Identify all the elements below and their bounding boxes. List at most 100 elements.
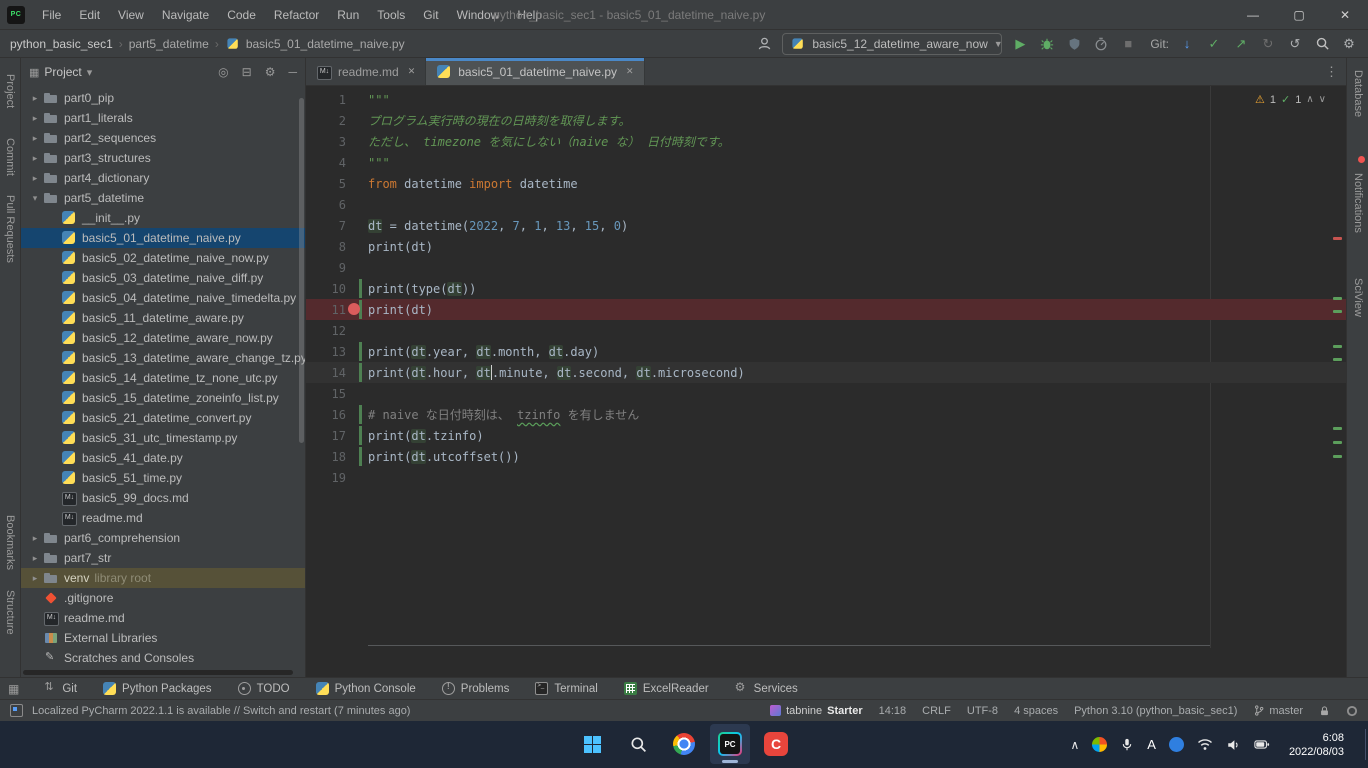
microphone-icon[interactable]: [1120, 737, 1134, 752]
line-number[interactable]: 13: [306, 345, 346, 359]
menu-code[interactable]: Code: [218, 0, 265, 30]
start-button[interactable]: [572, 724, 612, 764]
chevron-right-icon[interactable]: ▸: [27, 113, 43, 124]
close-button[interactable]: ✕: [1322, 0, 1368, 30]
gutter[interactable]: [346, 362, 368, 383]
taskbar-clock[interactable]: 6:08 2022/08/03: [1289, 731, 1344, 759]
line-number[interactable]: 9: [306, 261, 346, 275]
debug-icon[interactable]: [1038, 35, 1056, 53]
gutter[interactable]: [346, 341, 368, 362]
status-item-utf-8[interactable]: UTF-8: [967, 705, 998, 717]
tree-item-basic5-02-datetime-naive-now-py[interactable]: basic5_02_datetime_naive_now.py: [21, 248, 305, 268]
tool-window-button-todo[interactable]: TODO: [238, 682, 290, 695]
project-view-selector[interactable]: Project: [44, 65, 81, 79]
pycharm-taskbar-icon[interactable]: PC: [710, 724, 750, 764]
code-line-18[interactable]: 18print(dt.utcoffset()): [306, 446, 1346, 467]
collapse-all-icon[interactable]: ⊟: [242, 65, 252, 79]
minimize-button[interactable]: —: [1230, 0, 1276, 30]
editor-body[interactable]: 1"""2プログラム実行時の現在の日時刻を取得します。3ただし、 timezon…: [306, 86, 1346, 677]
chevron-down-icon[interactable]: ▾: [27, 193, 43, 204]
stripe-button-project[interactable]: Project: [4, 74, 16, 108]
gutter[interactable]: [346, 173, 368, 194]
stripe-mark[interactable]: [1333, 297, 1342, 300]
code-line-8[interactable]: 8print(dt): [306, 236, 1346, 257]
tray-chevron-up-icon[interactable]: ∧: [1070, 738, 1079, 752]
gutter[interactable]: [346, 320, 368, 341]
code-line-12[interactable]: 12: [306, 320, 1346, 341]
status-item-14-18[interactable]: 14:18: [879, 705, 907, 717]
volume-icon[interactable]: [1226, 738, 1241, 752]
code-line-10[interactable]: 10print(type(dt)): [306, 278, 1346, 299]
tree-item-basic5-04-datetime-naive-timedelta-py[interactable]: basic5_04_datetime_naive_timedelta.py: [21, 288, 305, 308]
tray-colorful-app-icon[interactable]: [1092, 737, 1107, 752]
code-line-7[interactable]: 7dt = datetime(2022, 7, 1, 13, 15, 0): [306, 215, 1346, 236]
line-number[interactable]: 10: [306, 282, 346, 296]
tree-item-venv[interactable]: ▸venvlibrary root: [21, 568, 305, 588]
tool-window-button-problems[interactable]: Problems: [442, 682, 510, 695]
chevron-right-icon[interactable]: ▸: [27, 573, 43, 584]
gutter[interactable]: [346, 257, 368, 278]
tree-item-basic5-21-datetime-convert-py[interactable]: basic5_21_datetime_convert.py: [21, 408, 305, 428]
tree-item-part1-literals[interactable]: ▸part1_literals: [21, 108, 305, 128]
status-item-python-3-10-python-basic-sec1[interactable]: Python 3.10 (python_basic_sec1): [1074, 705, 1237, 717]
code-line-15[interactable]: 15: [306, 383, 1346, 404]
indicator-icon[interactable]: [1346, 705, 1358, 717]
project-horizontal-scrollbar[interactable]: [23, 670, 293, 675]
stripe-button-pull-requests[interactable]: Pull Requests: [4, 195, 16, 263]
tool-window-button-excelreader[interactable]: ExcelReader: [624, 682, 709, 695]
tree-item-basic5-12-datetime-aware-now-py[interactable]: basic5_12_datetime_aware_now.py: [21, 328, 305, 348]
maximize-button[interactable]: ▢: [1276, 0, 1322, 30]
tool-window-button-python-console[interactable]: Python Console: [316, 682, 416, 695]
chevron-right-icon[interactable]: ▸: [27, 153, 43, 164]
inspections-widget[interactable]: ⚠1 ✓1 ∧ ∨: [1255, 93, 1326, 106]
tree-item-readme-md[interactable]: readme.md: [21, 508, 305, 528]
stripe-mark[interactable]: [1333, 427, 1342, 430]
tree-item-basic5-03-datetime-naive-diff-py[interactable]: basic5_03_datetime_naive_diff.py: [21, 268, 305, 288]
tool-window-button-services[interactable]: Services: [735, 682, 798, 695]
menu-run[interactable]: Run: [328, 0, 368, 30]
git-commit-icon[interactable]: ✓: [1205, 35, 1223, 53]
status-item-4-spaces[interactable]: 4 spaces: [1014, 705, 1058, 717]
gutter[interactable]: [346, 194, 368, 215]
line-number[interactable]: 8: [306, 240, 346, 254]
line-number[interactable]: 14: [306, 366, 346, 380]
search-icon[interactable]: [1313, 35, 1331, 53]
stripe-button-database[interactable]: Database: [1352, 70, 1364, 117]
code-line-11[interactable]: 11print(dt): [306, 299, 1346, 320]
line-number[interactable]: 6: [306, 198, 346, 212]
tree-item-basic5-15-datetime-zoneinfo-list-py[interactable]: basic5_15_datetime_zoneinfo_list.py: [21, 388, 305, 408]
gutter[interactable]: [346, 110, 368, 131]
stripe-button-sciview[interactable]: SciView: [1352, 278, 1364, 317]
stripe-mark[interactable]: [1333, 455, 1342, 458]
code-line-4[interactable]: 4""": [306, 152, 1346, 173]
tab-basic5-01-datetime-naive-py[interactable]: basic5_01_datetime_naive.py✕: [426, 58, 644, 85]
line-number[interactable]: 1: [306, 93, 346, 107]
chevron-right-icon[interactable]: ▸: [27, 553, 43, 564]
menu-navigate[interactable]: Navigate: [153, 0, 218, 30]
hide-panel-icon[interactable]: ─: [288, 65, 297, 79]
stripe-button-structure[interactable]: Structure: [4, 590, 16, 635]
code-line-17[interactable]: 17print(dt.tzinfo): [306, 425, 1346, 446]
code-line-13[interactable]: 13print(dt.year, dt.month, dt.day): [306, 341, 1346, 362]
line-number[interactable]: 12: [306, 324, 346, 338]
gutter[interactable]: [346, 236, 368, 257]
code-line-1[interactable]: 1""": [306, 89, 1346, 110]
breadcrumb-item-basic5-01-datetime-naive-py[interactable]: basic5_01_datetime_naive.py: [246, 37, 405, 51]
menu-refactor[interactable]: Refactor: [265, 0, 328, 30]
tool-windows-icon[interactable]: ▦: [8, 682, 19, 696]
gutter[interactable]: [346, 278, 368, 299]
tree-item-part7-str[interactable]: ▸part7_str: [21, 548, 305, 568]
tree-item-gitignore[interactable]: .gitignore: [21, 588, 305, 608]
tree-item-basic5-11-datetime-aware-py[interactable]: basic5_11_datetime_aware.py: [21, 308, 305, 328]
stripe-button-bookmarks[interactable]: Bookmarks: [4, 515, 16, 570]
tree-item-basic5-51-time-py[interactable]: basic5_51_time.py: [21, 468, 305, 488]
breakpoint-icon[interactable]: [348, 303, 360, 315]
chevron-down-icon[interactable]: ▾: [87, 66, 93, 79]
code-line-2[interactable]: 2プログラム実行時の現在の日時刻を取得します。: [306, 110, 1346, 131]
close-icon[interactable]: ✕: [408, 66, 416, 77]
chevron-right-icon[interactable]: ▸: [27, 93, 43, 104]
stripe-button-commit[interactable]: Commit: [4, 138, 16, 176]
gutter[interactable]: [346, 89, 368, 110]
tree-item-scratches-and-consoles[interactable]: Scratches and Consoles: [21, 648, 305, 668]
stripe-mark[interactable]: [1333, 310, 1342, 313]
